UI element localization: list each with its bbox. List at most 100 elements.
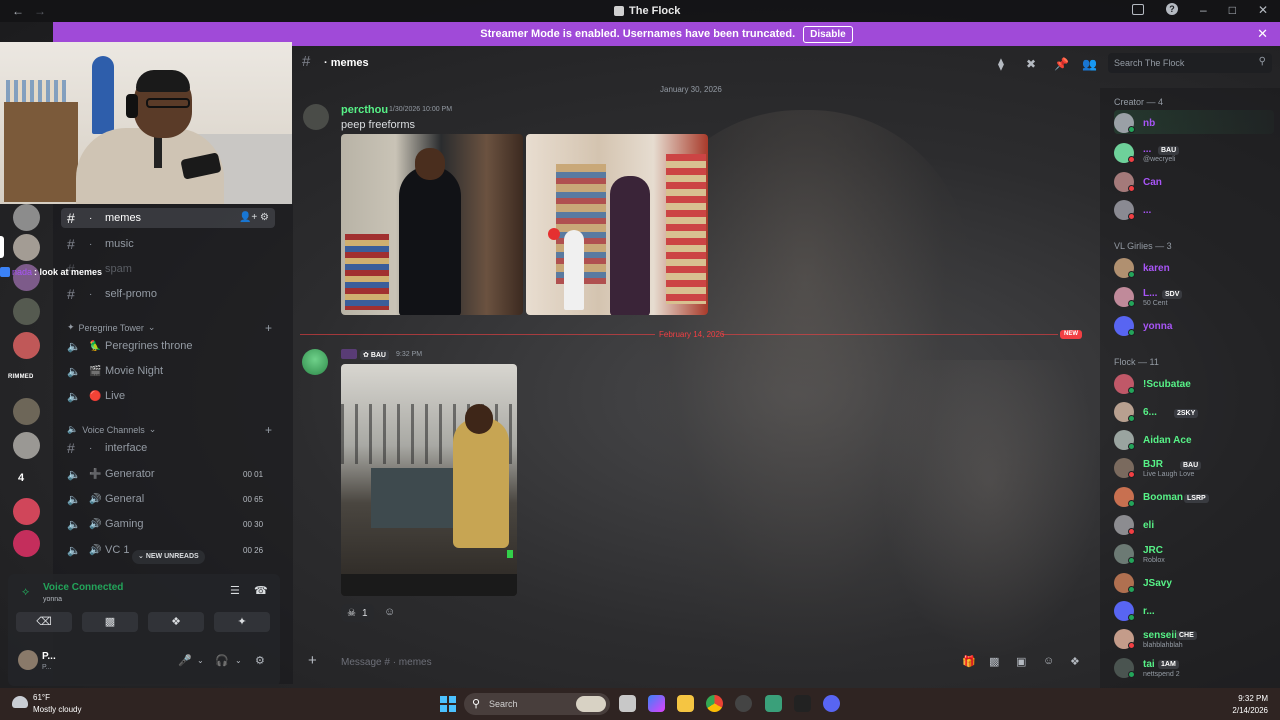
signal-icon[interactable]: ⟡ <box>22 586 29 599</box>
threads-icon[interactable]: ⧫ <box>998 57 1004 71</box>
channel-self-promo[interactable]: # · self-promo <box>67 284 157 304</box>
member-item[interactable]: ... <box>1114 197 1274 221</box>
avatar[interactable] <box>18 650 38 670</box>
member-item[interactable]: JRC Roblox <box>1114 541 1274 565</box>
channel-generator[interactable]: 🔈 ➕ Generator 00 01 <box>67 464 263 484</box>
notepad-icon[interactable] <box>765 695 782 712</box>
activities-button[interactable]: ❖ <box>148 612 204 632</box>
weather-temp[interactable]: 61°F <box>33 693 50 702</box>
windows-start-icon[interactable] <box>440 696 456 712</box>
gear-icon[interactable]: ⚙ <box>255 654 265 667</box>
gift-icon[interactable]: 🎁 <box>962 655 976 668</box>
member-item[interactable]: yonna <box>1114 313 1274 337</box>
member-item[interactable]: r... <box>1114 598 1274 622</box>
server-folder-count[interactable]: 4 <box>18 472 24 484</box>
inbox-icon[interactable] <box>1132 4 1144 15</box>
channel-peregrines-throne[interactable]: 🔈 🦜 Peregrines throne <box>67 336 192 356</box>
add-channel-icon[interactable]: + <box>265 423 272 437</box>
member-item[interactable]: JSavy <box>1114 570 1274 594</box>
voice-status[interactable]: Voice Connected <box>43 582 123 593</box>
server-icon[interactable] <box>13 234 40 261</box>
attachment-video[interactable] <box>341 134 523 315</box>
member-item[interactable]: !Scubatae <box>1114 371 1274 395</box>
avatar[interactable] <box>303 104 329 130</box>
chevron-down-icon[interactable]: ⌄ <box>235 656 242 665</box>
task-view-icon[interactable] <box>619 695 636 712</box>
voice-channel-name[interactable]: yonna <box>43 596 62 603</box>
new-unreads-button[interactable]: ⌄ NEW UNREADS <box>132 550 205 564</box>
server-icon[interactable] <box>13 398 40 425</box>
obs-icon[interactable] <box>735 695 752 712</box>
reaction-skull[interactable]: ☠ 1 <box>341 604 374 622</box>
chrome-icon[interactable] <box>706 695 723 712</box>
member-item[interactable]: 6... 2SKY <box>1114 399 1274 423</box>
copilot-icon[interactable] <box>648 695 665 712</box>
category-peregrine-tower[interactable]: ✦ Peregrine Tower ⌄ + <box>67 321 272 335</box>
close-icon[interactable]: ✕ <box>1257 26 1268 42</box>
maximize-icon[interactable]: □ <box>1229 3 1236 17</box>
sticker-icon[interactable]: ▣ <box>1016 655 1026 668</box>
search-input[interactable]: Search The Flock ⚲ <box>1108 53 1272 73</box>
channel-vc1[interactable]: 🔈 🔊 VC 1 00 26 <box>67 540 263 560</box>
help-icon[interactable]: ? <box>1166 3 1178 15</box>
add-reaction-icon[interactable]: ☺ <box>384 606 395 618</box>
add-channel-icon[interactable]: + <box>265 321 272 335</box>
category-voice-channels[interactable]: 🔈 Voice Channels ⌄ + <box>67 423 272 437</box>
channel-music[interactable]: # · music <box>67 234 134 254</box>
forward-arrow-icon[interactable]: → <box>34 4 46 18</box>
apps-icon[interactable]: ❖ <box>1070 655 1080 668</box>
pin-icon[interactable]: 📌 <box>1054 57 1069 71</box>
microphone-icon[interactable]: 🎤 <box>178 654 192 667</box>
noise-suppression-icon[interactable]: ☰ <box>230 584 240 597</box>
discord-icon[interactable] <box>823 695 840 712</box>
message-input[interactable]: Message # · memes <box>341 657 432 668</box>
channel-general[interactable]: 🔈 🔊 General 00 65 <box>67 489 263 509</box>
member-item[interactable]: BJR BAU Live Laugh Love <box>1114 455 1274 479</box>
channel-memes[interactable]: # · memes 👤+ ⚙ <box>61 208 275 228</box>
avatar[interactable] <box>302 349 328 375</box>
disconnect-icon[interactable]: ☎ <box>254 584 268 597</box>
member-item[interactable]: tai 1AM nettspend 2 <box>1114 655 1274 679</box>
soundboard-button[interactable]: ✦ <box>214 612 270 632</box>
emoji-icon[interactable]: ☺ <box>1043 655 1054 667</box>
member-item[interactable]: nb <box>1114 110 1274 134</box>
camera-off-button[interactable]: ⌫ <box>16 612 72 632</box>
close-window-icon[interactable]: ✕ <box>1258 3 1268 17</box>
file-explorer-icon[interactable] <box>677 695 694 712</box>
screen-share-button[interactable]: ▩ <box>82 612 138 632</box>
server-icon[interactable] <box>13 530 40 557</box>
username[interactable]: P... <box>42 651 56 662</box>
gif-icon[interactable]: ▩ <box>989 655 999 668</box>
server-icon[interactable] <box>13 332 40 359</box>
member-item[interactable]: senseii CHE blahblahblah <box>1114 626 1274 650</box>
member-item[interactable]: karen <box>1114 255 1274 279</box>
weather-desc[interactable]: Mostly cloudy <box>33 705 81 714</box>
disable-button[interactable]: Disable <box>803 25 853 43</box>
member-item[interactable]: L... SDV 50 Cent <box>1114 284 1274 308</box>
server-icon[interactable] <box>13 498 40 525</box>
member-item[interactable]: Booman LSRP <box>1114 484 1274 508</box>
channel-interface[interactable]: # · interface <box>67 438 147 458</box>
server-text-icon[interactable]: RIMMED <box>8 374 34 380</box>
chevron-down-icon[interactable]: ⌄ <box>197 656 204 665</box>
member-item[interactable]: Aidan Ace <box>1114 427 1274 451</box>
message-author[interactable]: percthou <box>341 104 388 116</box>
channel-live[interactable]: 🔈 🔴 Live <box>67 386 125 406</box>
attachment-video[interactable] <box>341 364 517 596</box>
back-arrow-icon[interactable]: ← <box>12 4 24 18</box>
member-list-icon[interactable]: 👥 <box>1082 57 1097 71</box>
attachment-video[interactable] <box>526 134 708 315</box>
mute-bell-icon[interactable]: ✖ <box>1026 57 1036 71</box>
member-item[interactable]: Can <box>1114 169 1274 193</box>
channel-movie-night[interactable]: 🔈 🎬 Movie Night <box>67 361 163 381</box>
minimize-icon[interactable]: – <box>1200 3 1207 17</box>
taskbar-search[interactable]: ⚲ Search <box>464 693 610 715</box>
headphones-icon[interactable]: 🎧 <box>215 654 229 667</box>
capcut-icon[interactable] <box>794 695 811 712</box>
server-icon[interactable] <box>13 298 40 325</box>
channel-gaming[interactable]: 🔈 🔊 Gaming 00 30 <box>67 514 263 534</box>
system-clock[interactable]: 9:32 PM 2/14/2026 <box>1232 693 1268 717</box>
member-item[interactable]: ... BAU @wecryeli <box>1114 140 1274 164</box>
message-author-hidden[interactable] <box>341 349 357 359</box>
cloud-icon[interactable] <box>12 696 28 708</box>
